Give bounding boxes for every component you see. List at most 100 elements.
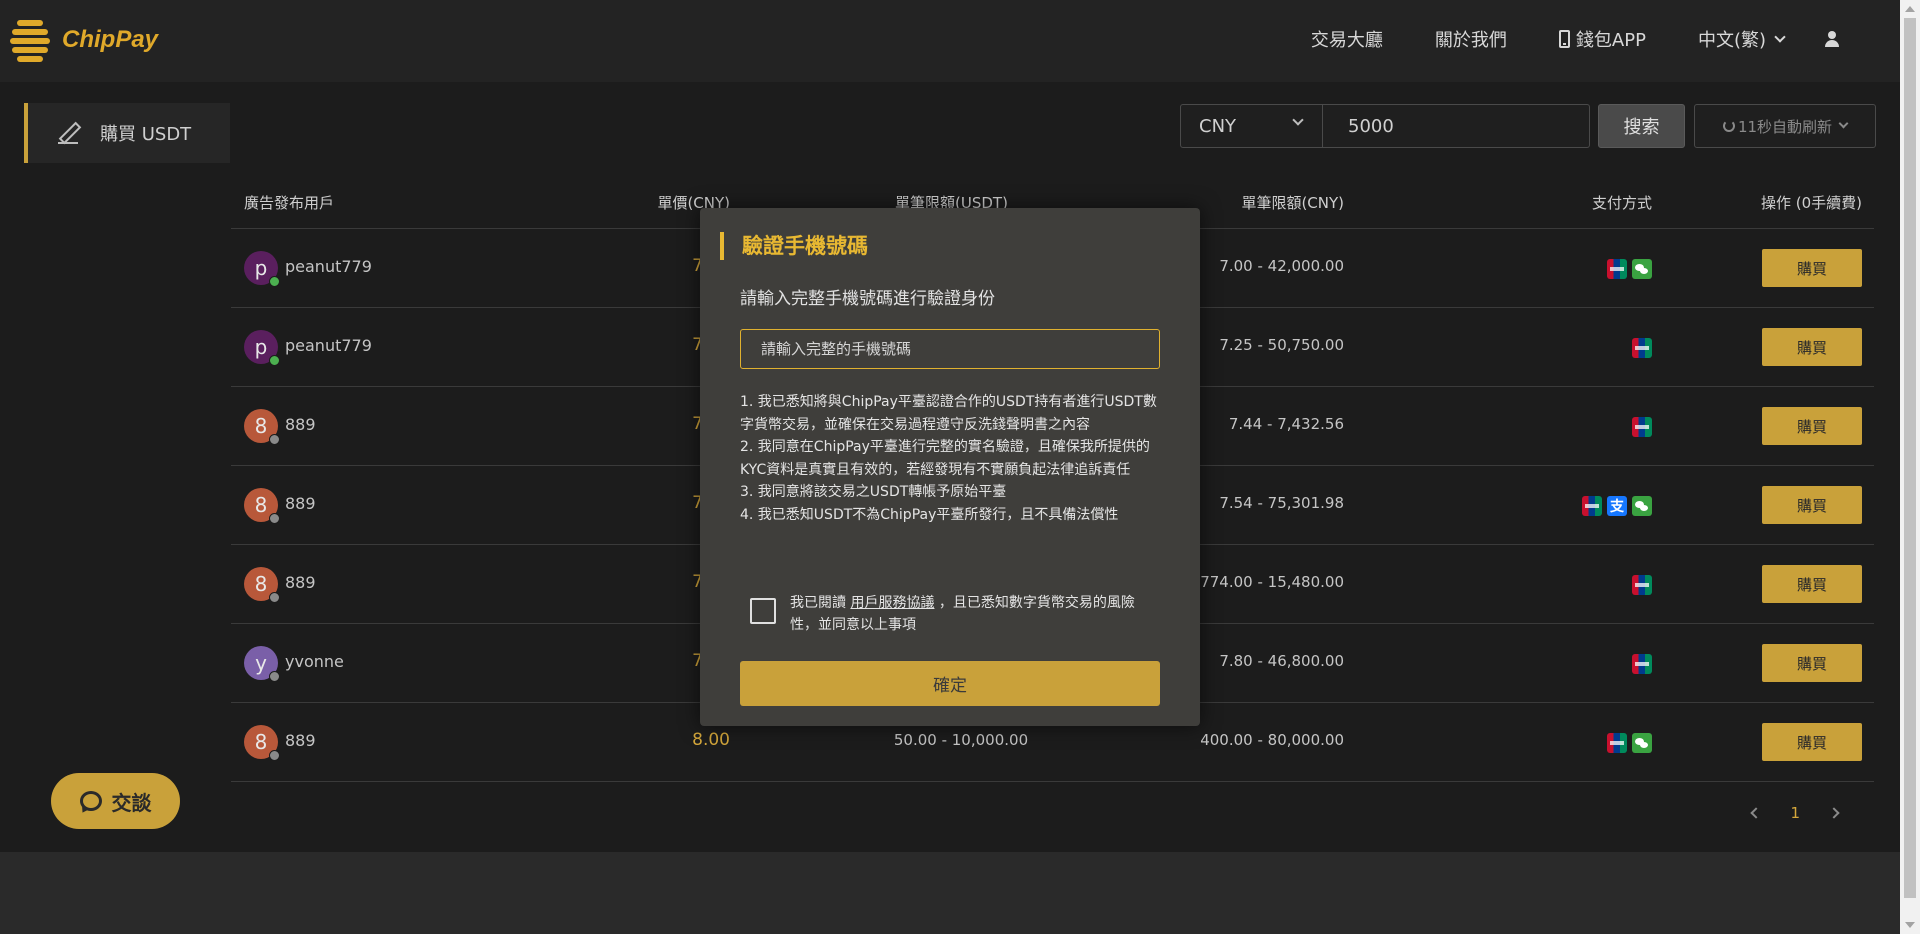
language-selector[interactable]: 中文(繁) bbox=[1697, 26, 1786, 52]
phone-number-input[interactable] bbox=[740, 329, 1160, 369]
user-icon[interactable] bbox=[1824, 31, 1840, 47]
terms-item: 1. 我已悉知將與ChipPay平臺認證合作的USDT持有者進行USDT數字貨幣… bbox=[740, 394, 1157, 433]
advertiser-name[interactable]: 889 bbox=[285, 573, 316, 592]
buy-button[interactable]: 購買 bbox=[1762, 249, 1862, 287]
agree-text: 我已閱讀 用戶服務協議 ，且已悉知數字貨幣交易的風險性，並同意以上事項 bbox=[790, 592, 1160, 636]
modal-subtitle: 請輸入完整手機號碼進行驗證身份 bbox=[740, 289, 995, 309]
unit-price: 8.00 bbox=[692, 730, 730, 750]
header-action: 操作 (0手續費) bbox=[1760, 194, 1862, 212]
language-label: 中文(繁) bbox=[1697, 30, 1766, 51]
advertiser-name[interactable]: 889 bbox=[285, 731, 316, 750]
agreement-row: 我已閱讀 用戶服務協議 ，且已悉知數字貨幣交易的風險性，並同意以上事項 bbox=[750, 592, 1160, 636]
scroll-down-icon[interactable] bbox=[1905, 922, 1915, 928]
online-status-icon bbox=[269, 750, 280, 761]
bank-card-icon bbox=[1632, 575, 1652, 595]
alipay-icon: 支 bbox=[1607, 496, 1627, 516]
payment-methods bbox=[1602, 259, 1652, 279]
nav-trading-hall[interactable]: 交易大廳 bbox=[1311, 26, 1383, 52]
header-payment: 支付方式 bbox=[1591, 194, 1652, 212]
buy-button[interactable]: 購買 bbox=[1762, 407, 1862, 445]
auto-refresh-button[interactable]: 11秒自動刷新 bbox=[1694, 104, 1876, 148]
online-status-icon bbox=[269, 434, 280, 445]
payment-methods bbox=[1627, 575, 1652, 595]
logo[interactable]: ChipPay bbox=[10, 18, 158, 62]
chevron-right-icon[interactable] bbox=[1828, 807, 1840, 819]
nav-wallet-app-label: 錢包APP bbox=[1575, 30, 1646, 51]
top-header: ChipPay 交易大廳 關於我們 錢包APP 中文(繁) bbox=[0, 0, 1900, 82]
scroll-thumb[interactable] bbox=[1904, 18, 1916, 898]
buy-button[interactable]: 購買 bbox=[1762, 486, 1862, 524]
bank-card-icon bbox=[1582, 496, 1602, 516]
modal-title: 驗證手機號碼 bbox=[720, 232, 868, 260]
advertiser-name[interactable]: 889 bbox=[285, 415, 316, 434]
limit-cny: 7.25 - 50,750.00 bbox=[1219, 336, 1344, 354]
bank-card-icon bbox=[1632, 338, 1652, 358]
limit-usdt: 50.00 - 10,000.00 bbox=[893, 731, 1029, 749]
advertiser-name[interactable]: yvonne bbox=[285, 652, 344, 671]
search-button[interactable]: 搜索 bbox=[1598, 104, 1685, 148]
page-current[interactable]: 1 bbox=[1790, 804, 1800, 822]
currency-select[interactable]: CNY bbox=[1180, 104, 1323, 148]
scrollbar[interactable] bbox=[1900, 0, 1920, 934]
filter-bar: CNY 搜索 11秒自動刷新 bbox=[1180, 104, 1876, 148]
side-tab-buy-usdt[interactable]: 購買 USDT bbox=[24, 103, 230, 163]
amount-input[interactable] bbox=[1323, 104, 1590, 148]
verify-phone-modal: 驗證手機號碼 請輸入完整手機號碼進行驗證身份 1. 我已悉知將與ChipPay平… bbox=[700, 208, 1200, 726]
terms-item: 3. 我同意將該交易之USDT轉帳予原始平臺 bbox=[740, 484, 1007, 500]
buy-button[interactable]: 購買 bbox=[1762, 565, 1862, 603]
chevron-left-icon[interactable] bbox=[1750, 807, 1763, 819]
payment-methods bbox=[1602, 733, 1652, 753]
header-limit-cny: 單筆限額(CNY) bbox=[1241, 194, 1344, 212]
nav-about-us[interactable]: 關於我們 bbox=[1435, 26, 1507, 52]
advertiser-name[interactable]: peanut779 bbox=[285, 336, 372, 355]
pagination: 1 bbox=[1750, 804, 1840, 822]
buy-button[interactable]: 購買 bbox=[1762, 723, 1862, 761]
limit-cny: 7.54 - 75,301.98 bbox=[1219, 494, 1344, 512]
bank-card-icon bbox=[1632, 654, 1652, 674]
buy-button[interactable]: 購買 bbox=[1762, 644, 1862, 682]
chat-button[interactable]: 交談 bbox=[51, 773, 180, 829]
pencil-icon bbox=[58, 122, 80, 144]
limit-cny: 400.00 - 80,000.00 bbox=[1200, 731, 1344, 749]
bank-card-icon bbox=[1632, 417, 1652, 437]
terms-item: 2. 我同意在ChipPay平臺進行完整的實名驗證，且確保我所提供的KYC資料是… bbox=[740, 439, 1150, 478]
payment-methods bbox=[1627, 338, 1652, 358]
bank-card-icon bbox=[1607, 259, 1627, 279]
refresh-icon bbox=[1722, 120, 1735, 132]
wechat-pay-icon bbox=[1632, 496, 1652, 516]
page: ChipPay 交易大廳 關於我們 錢包APP 中文(繁) 購買 USDT CN… bbox=[0, 0, 1900, 934]
advertiser-name[interactable]: peanut779 bbox=[285, 257, 372, 276]
advertiser-name[interactable]: 889 bbox=[285, 494, 316, 513]
currency-value: CNY bbox=[1199, 115, 1237, 137]
auto-refresh-label: 11秒自動刷新 bbox=[1737, 117, 1833, 136]
logo-text: ChipPay bbox=[62, 26, 159, 53]
chat-label: 交談 bbox=[111, 790, 152, 815]
payment-methods: 支 bbox=[1577, 496, 1652, 516]
chevron-down-icon bbox=[1774, 30, 1786, 43]
nav-wallet-app[interactable]: 錢包APP bbox=[1558, 26, 1646, 52]
scroll-up-icon[interactable] bbox=[1905, 6, 1915, 12]
online-status-icon bbox=[269, 355, 280, 366]
online-status-icon bbox=[269, 592, 280, 603]
payment-methods bbox=[1627, 654, 1652, 674]
wechat-pay-icon bbox=[1632, 733, 1652, 753]
side-tab-label: 購買 USDT bbox=[100, 124, 192, 145]
limit-cny: 774.00 - 15,480.00 bbox=[1200, 573, 1344, 591]
logo-mark-icon bbox=[10, 18, 50, 62]
chevron-down-icon bbox=[1838, 118, 1849, 129]
payment-methods bbox=[1627, 417, 1652, 437]
phone-icon bbox=[1558, 30, 1570, 48]
buy-button[interactable]: 購買 bbox=[1762, 328, 1862, 366]
limit-cny: 7.00 - 42,000.00 bbox=[1219, 257, 1344, 275]
terms-list: 1. 我已悉知將與ChipPay平臺認證合作的USDT持有者進行USDT數字貨幣… bbox=[740, 391, 1166, 526]
bank-card-icon bbox=[1607, 733, 1627, 753]
user-agreement-link[interactable]: 用戶服務協議 bbox=[850, 595, 934, 611]
top-nav: 交易大廳 關於我們 錢包APP 中文(繁) bbox=[1259, 26, 1840, 52]
agree-prefix: 我已閱讀 bbox=[790, 595, 851, 611]
online-status-icon bbox=[269, 513, 280, 524]
confirm-button[interactable]: 確定 bbox=[740, 661, 1160, 706]
header-user: 廣告發布用戶 bbox=[244, 194, 335, 212]
terms-item: 4. 我已悉知USDT不為ChipPay平臺所發行，且不具備法償性 bbox=[740, 506, 1119, 523]
agree-checkbox[interactable] bbox=[750, 598, 776, 624]
chevron-down-icon bbox=[1292, 114, 1304, 126]
